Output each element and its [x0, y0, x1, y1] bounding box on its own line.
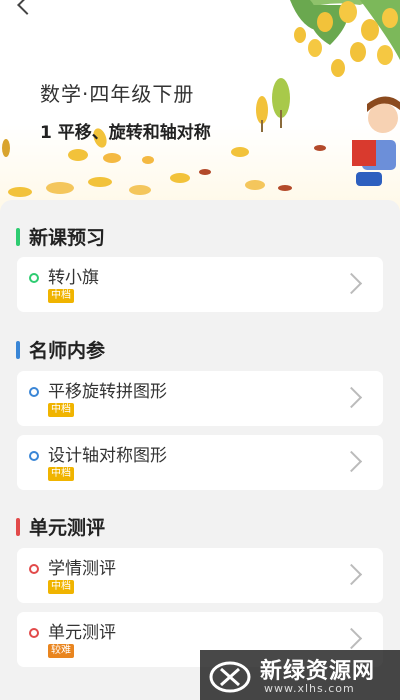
bullet-icon	[29, 387, 39, 397]
lesson-label: 转小旗	[48, 268, 99, 288]
difficulty-badge: 中档	[48, 580, 74, 594]
chevron-right-icon	[340, 272, 363, 295]
lesson-card[interactable]: 学情测评 中档	[17, 548, 383, 603]
section-label: 单元测评	[29, 517, 106, 539]
bullet-icon	[29, 451, 39, 461]
lesson-label: 平移旋转拼图形	[48, 382, 167, 402]
small-tree-icon	[256, 78, 290, 132]
chevron-right-icon	[340, 627, 363, 650]
bullet-icon	[29, 564, 39, 574]
content-panel: 新课预习 转小旗 中档 名师内参 平移旋转拼图形 中档 设计轴对称图形 中档 单…	[0, 200, 400, 700]
section-label: 名师内参	[29, 340, 106, 362]
back-button[interactable]	[14, 0, 38, 20]
section-accent-bar	[16, 517, 20, 536]
lesson-card[interactable]: 设计轴对称图形 中档	[17, 435, 383, 490]
header: 数学·四年级下册 1 平移、旋转和轴对称	[0, 0, 400, 215]
lesson-card[interactable]: 平移旋转拼图形 中档	[17, 371, 383, 426]
reading-child-illustration	[352, 96, 400, 186]
section-title-preview: 新课预习	[16, 223, 105, 250]
lesson-card[interactable]: 转小旗 中档	[17, 257, 383, 312]
chevron-right-icon	[340, 563, 363, 586]
watermark-url: www.xlhs.com	[264, 682, 355, 695]
section-label: 新课预习	[29, 227, 106, 249]
bullet-icon	[29, 273, 39, 283]
difficulty-badge: 中档	[48, 467, 74, 481]
bullet-icon	[29, 628, 39, 638]
unit-title: 1 平移、旋转和轴对称	[40, 123, 211, 143]
section-title-teacher: 名师内参	[16, 336, 105, 363]
tree-icon	[290, 0, 400, 77]
difficulty-badge: 中档	[48, 403, 74, 417]
lesson-label: 学情测评	[48, 559, 116, 579]
lesson-label: 设计轴对称图形	[48, 446, 167, 466]
chevron-right-icon	[340, 450, 363, 473]
section-accent-bar	[16, 227, 20, 246]
watermark-logo-icon	[209, 661, 251, 693]
watermark-name: 新绿资源网	[260, 659, 376, 684]
difficulty-badge: 中档	[48, 289, 74, 303]
section-accent-bar	[16, 340, 20, 359]
subject-title: 数学·四年级下册	[40, 82, 195, 106]
lesson-label: 单元测评	[48, 623, 116, 643]
watermark: 新绿资源网 www.xlhs.com	[200, 650, 400, 700]
chevron-right-icon	[340, 386, 363, 409]
header-illustration	[2, 0, 400, 197]
difficulty-badge: 较难	[48, 644, 74, 658]
section-title-assessment: 单元测评	[16, 513, 105, 540]
